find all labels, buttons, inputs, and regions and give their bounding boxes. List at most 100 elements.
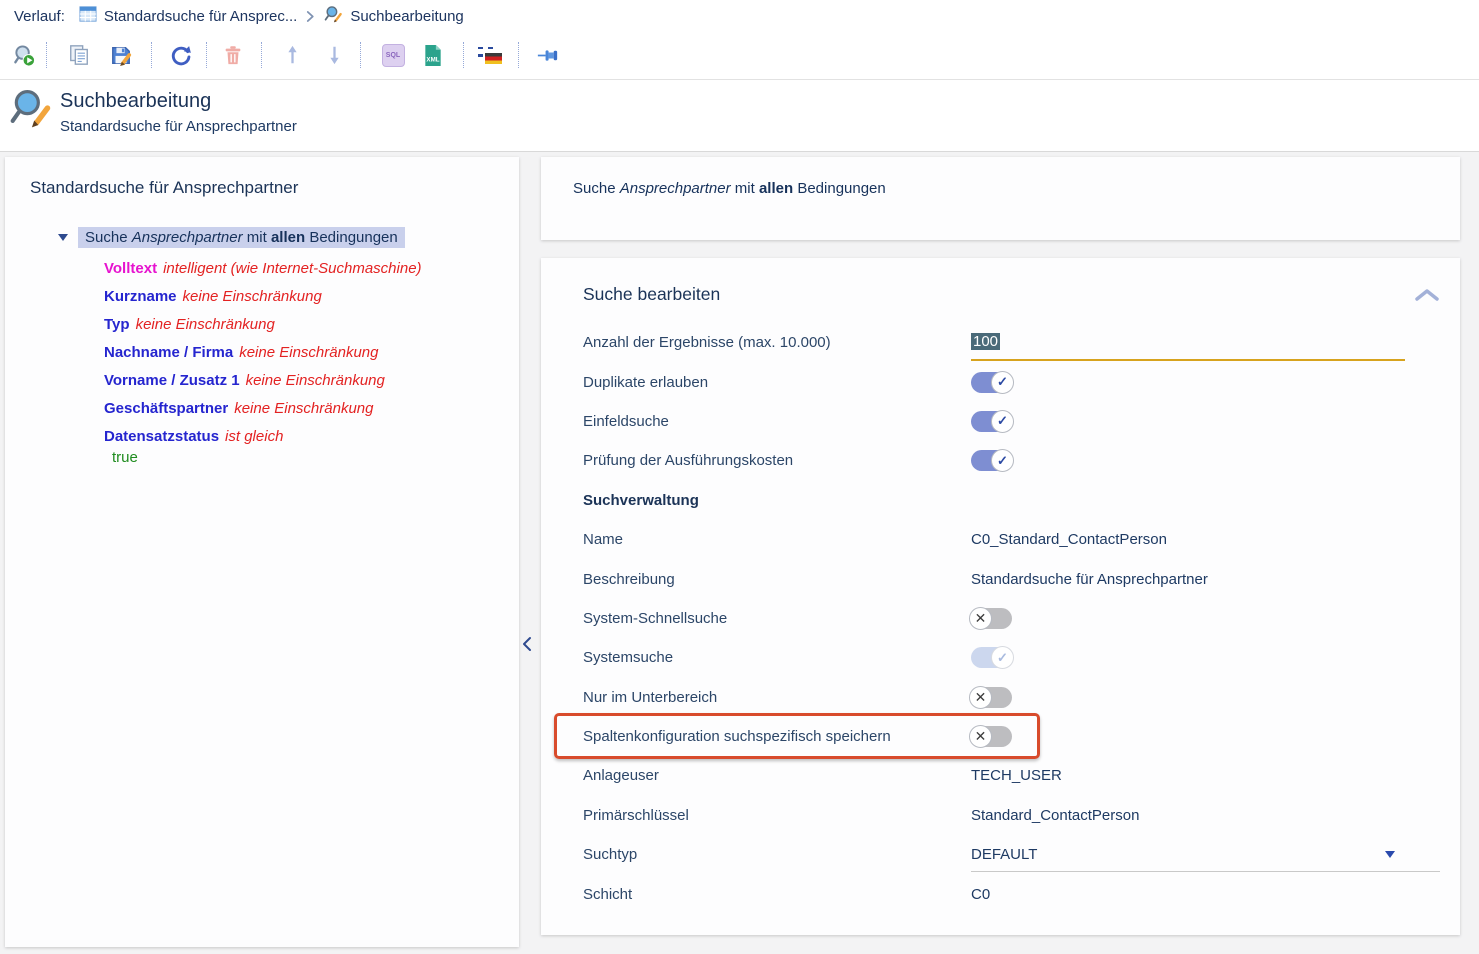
column-config-toggle[interactable]: ✕ xyxy=(971,726,1012,747)
form-row-created-by: Anlageuser TECH_USER xyxy=(541,756,1460,795)
form-row-single-field-search: Einfeldsuche ✓ xyxy=(541,402,1460,441)
page-title: Suchbearbeitung xyxy=(60,90,211,113)
field-label: Suchtyp xyxy=(583,846,971,863)
form-row-primary-key: Primärschlüssel Standard_ContactPerson xyxy=(541,796,1460,835)
xml-export-icon[interactable]: XML xyxy=(421,42,445,68)
field-label: Beschreibung xyxy=(583,571,971,588)
form-section-header: Suchverwaltung xyxy=(541,481,1460,520)
execute-search-icon[interactable] xyxy=(12,42,36,68)
history-label: Verlauf: xyxy=(14,8,65,25)
field-label: System-Schnellsuche xyxy=(583,610,971,627)
breadcrumb: Verlauf: Standardsuche für Ansprec... xyxy=(14,4,464,28)
toggle-cross-icon: ✕ xyxy=(969,686,992,709)
condition-row[interactable]: Nachname / Firmakeine Einschränkung xyxy=(104,339,422,367)
page-subtitle: Standardsuche für Ansprechpartner xyxy=(60,118,297,135)
form-row-description: Beschreibung Standardsuche für Ansprechp… xyxy=(541,559,1460,598)
field-label: Systemsuche xyxy=(583,649,971,666)
form-row-cost-check: Prüfung der Ausführungskosten ✓ xyxy=(541,441,1460,480)
breadcrumb-item-label: Standardsuche für Ansprec... xyxy=(104,8,297,25)
section-title: Suche bearbeiten xyxy=(583,284,720,305)
toolbar: SQL XML xyxy=(0,36,561,74)
field-label: Schicht xyxy=(583,886,971,903)
single-field-search-toggle[interactable]: ✓ xyxy=(971,411,1012,432)
delete-icon[interactable] xyxy=(221,42,245,68)
move-up-icon[interactable] xyxy=(280,42,304,68)
toggle-check-icon: ✓ xyxy=(991,646,1014,669)
chevron-right-icon xyxy=(306,10,315,23)
field-label: Spaltenkonfiguration suchspezifisch spei… xyxy=(583,728,971,745)
condition-row[interactable]: Typkeine Einschränkung xyxy=(104,311,422,339)
results-count-input[interactable]: 100 xyxy=(971,325,1405,361)
chevron-up-icon[interactable] xyxy=(1414,288,1440,307)
search-summary-card: Suche Ansprechpartner mit allen Bedingun… xyxy=(541,157,1460,240)
breadcrumb-item-search-list[interactable]: Standardsuche für Ansprec... xyxy=(79,5,297,27)
refresh-icon[interactable] xyxy=(168,42,192,68)
subarea-only-toggle[interactable]: ✕ xyxy=(971,687,1012,708)
condition-row[interactable]: Volltextintelligent (wie Internet-Suchma… xyxy=(104,255,422,283)
tree-children: Volltextintelligent (wie Internet-Suchma… xyxy=(104,255,422,467)
copy-icon[interactable] xyxy=(67,42,91,68)
field-label: Nur im Unterbereich xyxy=(583,689,971,706)
field-label: Prüfung der Ausführungskosten xyxy=(583,452,971,469)
toggle-cross-icon: ✕ xyxy=(969,607,992,630)
edit-search-card: Suche bearbeiten Anzahl der Ergebnisse (… xyxy=(541,258,1460,935)
description-value: Standardsuche für Ansprechpartner xyxy=(971,571,1208,588)
pin-icon[interactable] xyxy=(537,42,561,68)
panel-title: Standardsuche für Ansprechpartner xyxy=(30,178,298,198)
name-value: C0_Standard_ContactPerson xyxy=(971,531,1167,548)
collapse-panel-icon[interactable] xyxy=(521,636,537,654)
field-label: Name xyxy=(583,531,971,548)
toggle-cross-icon: ✕ xyxy=(969,725,992,748)
edit-form: Anzahl der Ergebnisse (max. 10.000) 100 … xyxy=(541,323,1460,914)
form-row-subarea-only: Nur im Unterbereich ✕ xyxy=(541,678,1460,717)
flags xyxy=(478,47,502,64)
save-icon[interactable] xyxy=(109,42,133,68)
summary-sentence: Suche Ansprechpartner mit allen Bedingun… xyxy=(573,180,886,197)
toggle-check-icon: ✓ xyxy=(991,410,1014,433)
chevron-down-icon xyxy=(1385,851,1395,858)
primary-key-value: Standard_ContactPerson xyxy=(971,807,1139,824)
form-row-name: Name C0_Standard_ContactPerson xyxy=(541,520,1460,559)
tree-root-sentence: Suche Ansprechpartner mit allen Bedingun… xyxy=(78,227,405,248)
condition-tree-panel: Standardsuche für Ansprechpartner Suche … xyxy=(5,157,519,947)
condition-row[interactable]: Geschäftspartnerkeine Einschränkung xyxy=(104,395,422,423)
toggle-check-icon: ✓ xyxy=(991,371,1014,394)
field-label: Anlageuser xyxy=(583,767,971,784)
search-type-dropdown[interactable]: DEFAULT xyxy=(971,837,1440,872)
section-label: Suchverwaltung xyxy=(583,492,971,509)
duplicates-toggle[interactable]: ✓ xyxy=(971,372,1012,393)
sql-badge: SQL xyxy=(382,44,405,67)
form-row-search-type: Suchtyp DEFAULT xyxy=(541,835,1460,874)
layer-value: C0 xyxy=(971,886,990,903)
form-row-layer: Schicht C0 xyxy=(541,874,1460,913)
created-by-value: TECH_USER xyxy=(971,767,1062,784)
breadcrumb-item-search-edit[interactable]: Suchbearbeitung xyxy=(324,5,463,28)
condition-row[interactable]: Datensatzstatusist gleich xyxy=(104,423,422,451)
field-label: Primärschlüssel xyxy=(583,807,971,824)
sql-export-icon[interactable]: SQL xyxy=(381,42,405,68)
table-icon xyxy=(79,5,97,27)
tree-root-node[interactable]: Suche Ansprechpartner mit allen Bedingun… xyxy=(58,227,405,248)
form-row-system-quick-search: System-Schnellsuche ✕ xyxy=(541,599,1460,638)
tree-expander-icon[interactable] xyxy=(58,234,68,241)
system-quick-search-toggle[interactable]: ✕ xyxy=(971,608,1012,629)
form-row-column-config: Spaltenkonfiguration suchspezifisch spei… xyxy=(541,717,1460,756)
breadcrumb-item-label: Suchbearbeitung xyxy=(350,8,463,25)
svg-text:XML: XML xyxy=(426,56,439,63)
condition-row[interactable]: Kurznamekeine Einschränkung xyxy=(104,283,422,311)
main-area: Standardsuche für Ansprechpartner Suche … xyxy=(0,152,1479,954)
cost-check-toggle[interactable]: ✓ xyxy=(971,450,1012,471)
dropdown-selected-value: DEFAULT xyxy=(971,846,1037,863)
field-label: Einfeldsuche xyxy=(583,413,971,430)
language-flags-icon[interactable] xyxy=(478,42,502,68)
input-value-selected: 100 xyxy=(971,333,1000,350)
toggle-check-icon: ✓ xyxy=(991,449,1014,472)
form-row-duplicates: Duplikate erlauben ✓ xyxy=(541,362,1460,401)
form-row-results: Anzahl der Ergebnisse (max. 10.000) 100 xyxy=(541,323,1460,362)
german-flag xyxy=(485,53,502,64)
form-row-system-search: Systemsuche ✓ xyxy=(541,638,1460,677)
search-edit-icon xyxy=(324,5,343,28)
field-label: Anzahl der Ergebnisse (max. 10.000) xyxy=(583,334,971,351)
condition-row[interactable]: Vorname / Zusatz 1keine Einschränkung xyxy=(104,367,422,395)
move-down-icon[interactable] xyxy=(322,42,346,68)
